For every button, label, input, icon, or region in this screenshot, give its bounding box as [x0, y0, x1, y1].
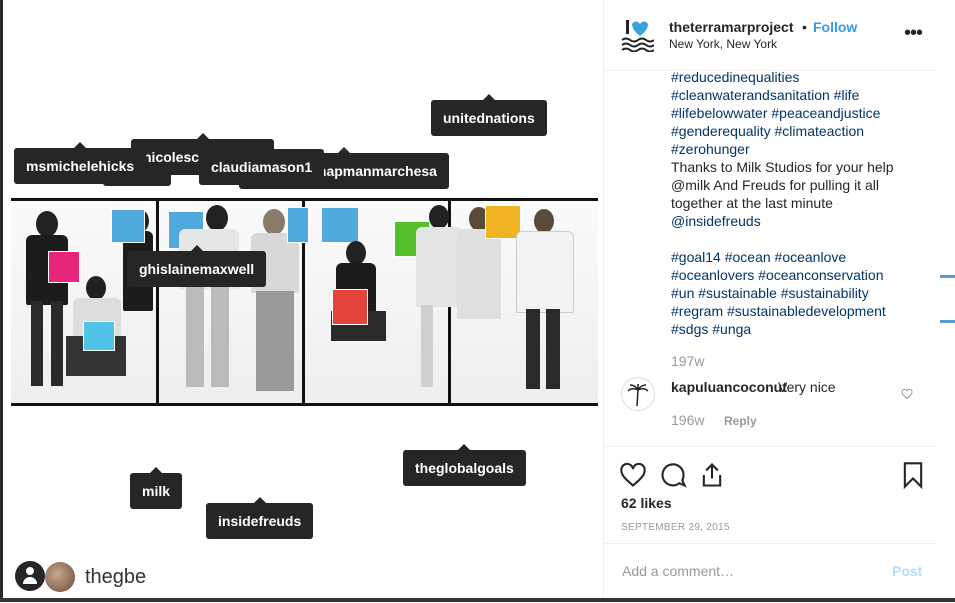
- header-location[interactable]: New York, New York: [669, 37, 777, 51]
- header-separator: •: [802, 19, 807, 35]
- caption-line: [671, 230, 933, 248]
- tag-claudiamason1[interactable]: claudiamason1: [199, 143, 325, 185]
- caption-line[interactable]: #sdgs #unga: [671, 320, 933, 338]
- caption-line: @milk And Freuds for pulling it all: [671, 177, 879, 193]
- backdrop-edge: [938, 0, 955, 602]
- post-header: theterramarproject • Follow New York, Ne…: [604, 0, 939, 71]
- tag-theglobalgoals[interactable]: theglobalgoals: [403, 444, 526, 486]
- terramar-logo-icon[interactable]: [620, 18, 654, 52]
- bottom-username[interactable]: thegbe: [85, 566, 146, 589]
- caption-line: Thanks to Milk Studios for your help: [671, 159, 894, 175]
- post-caption: #reducedinequalities #cleanwaterandsanit…: [671, 68, 933, 338]
- comment-form: Post: [604, 543, 939, 603]
- caption-line[interactable]: #reducedinequalities: [671, 68, 933, 86]
- share-icon[interactable]: [698, 461, 726, 489]
- comment-username[interactable]: kapuluancoconut: [671, 379, 787, 395]
- caption-line[interactable]: #cleanwaterandsanitation #life: [671, 86, 933, 104]
- tag-milk[interactable]: milk: [130, 467, 183, 509]
- caption-line[interactable]: #oceanlovers #oceanconservation: [671, 266, 933, 284]
- comment-text: Very nice: [778, 379, 836, 395]
- caption-line[interactable]: #regram #sustainabledevelopment: [671, 302, 933, 320]
- post-image-pane[interactable]: unitednations ribeiro georginachapmanmar…: [3, 0, 603, 602]
- follow-button[interactable]: Follow: [813, 19, 857, 35]
- comment-icon[interactable]: [659, 461, 687, 489]
- backdrop-bottom: [0, 598, 955, 602]
- tag-ghislainemaxwell[interactable]: ghislainemaxwell: [127, 245, 267, 287]
- caption-line[interactable]: #un #sustainable #sustainability: [671, 284, 933, 302]
- likes-count[interactable]: 62 likes: [621, 495, 672, 511]
- caption-line[interactable]: #genderequality #climateaction: [671, 122, 933, 140]
- caption-line: together at the last minute: [671, 195, 833, 211]
- more-options-icon[interactable]: •••: [904, 22, 923, 45]
- heart-icon[interactable]: [901, 388, 913, 400]
- post-photo[interactable]: [11, 198, 598, 406]
- caption-timestamp: 197w: [671, 353, 705, 369]
- header-username[interactable]: theterramarproject: [669, 19, 794, 35]
- palm-tree-icon[interactable]: [621, 377, 655, 411]
- post-sidebar: theterramarproject • Follow New York, Ne…: [603, 0, 939, 602]
- caption-line[interactable]: #zerohunger: [671, 140, 933, 158]
- tag-msmichelehicks[interactable]: msmichelehicks: [14, 142, 147, 184]
- bookmark-icon[interactable]: [899, 461, 927, 489]
- caption-line[interactable]: #goal14 #ocean #oceanlove: [671, 248, 933, 266]
- post-actions: 62 likes SEPTEMBER 29, 2015: [604, 446, 939, 547]
- post-date: SEPTEMBER 29, 2015: [621, 522, 730, 533]
- avatar[interactable]: [45, 562, 75, 592]
- caption-line[interactable]: @insidefreuds: [671, 212, 933, 230]
- tag-unitednations[interactable]: unitednations: [431, 94, 547, 136]
- comment-timestamp: 196w: [671, 412, 705, 428]
- tag-insidefreuds[interactable]: insidefreuds: [206, 497, 314, 539]
- post-button[interactable]: Post: [892, 563, 922, 579]
- user-tag-icon[interactable]: [15, 561, 45, 591]
- comment-input[interactable]: [620, 562, 864, 580]
- reply-button[interactable]: Reply: [724, 414, 757, 428]
- heart-icon[interactable]: [619, 461, 647, 489]
- caption-line[interactable]: #lifebelowwater #peaceandjustice: [671, 104, 933, 122]
